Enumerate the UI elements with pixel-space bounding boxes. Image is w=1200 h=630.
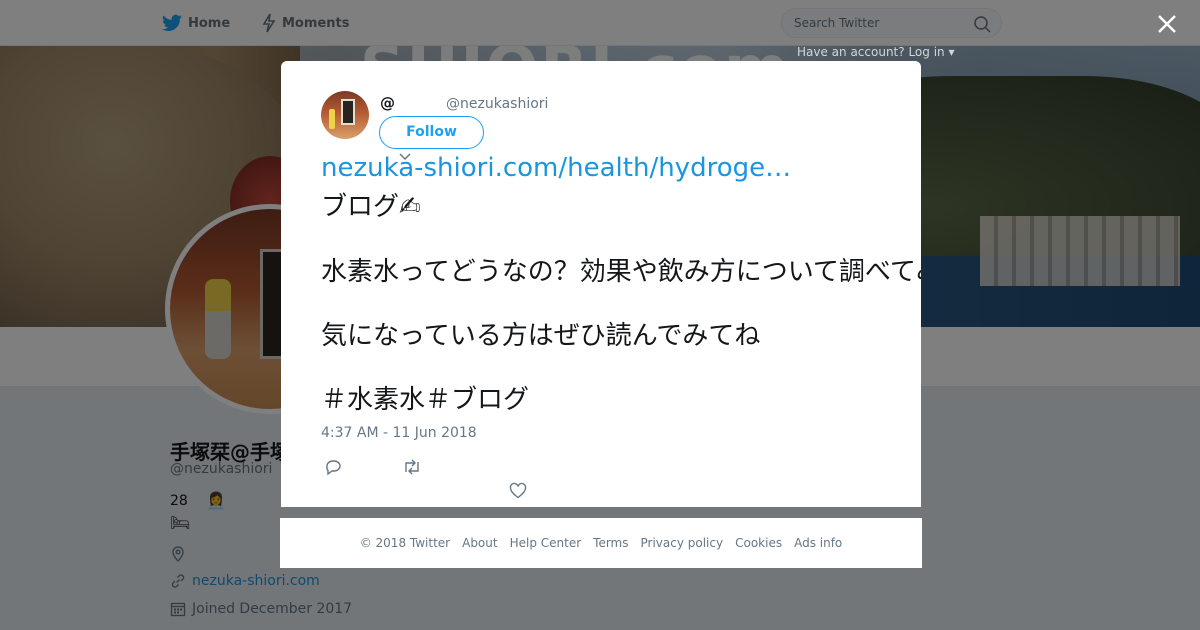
footer-link-help-center[interactable]: Help Center (510, 536, 582, 550)
footer-link-terms[interactable]: Terms (593, 536, 628, 550)
tweet-link[interactable]: nezuka-shiori.com/health/hydroge… (321, 153, 791, 183)
footer-copyright: © 2018 Twitter (359, 536, 451, 550)
retweet-icon[interactable] (402, 458, 422, 476)
tweet-text-line: 水素水ってどうなの？効果や飲み方について調べてみました。 (321, 257, 921, 287)
tweet-text-line: 気になっている方はぜひ読んでみてね (321, 321, 761, 351)
tweet-author-handle[interactable]: @nezukashiori (446, 96, 548, 112)
footer-link-privacy[interactable]: Privacy policy (641, 536, 724, 550)
tweet-avatar-person (329, 109, 335, 129)
modal-footer: © 2018 Twitter About Help Center Terms P… (280, 518, 922, 568)
footer-link-cookies[interactable]: Cookies (735, 536, 782, 550)
tweet-author-avatar[interactable] (321, 91, 369, 139)
footer-link-about[interactable]: About (462, 536, 497, 550)
login-hint: Have an account? Log in ▾ (797, 45, 955, 59)
follow-button[interactable]: Follow (379, 116, 484, 149)
tweet-timestamp[interactable]: 4:37 AM - 11 Jun 2018 (321, 425, 477, 441)
reply-icon[interactable] (324, 458, 342, 476)
tweet-author-name[interactable]: @ (380, 94, 395, 112)
tweet-text-line: ブログ✍ (321, 192, 421, 222)
like-heart-icon[interactable] (509, 482, 527, 500)
chevron-down-icon[interactable] (399, 153, 411, 161)
footer-link-ads-info[interactable]: Ads info (794, 536, 842, 550)
tweet-avatar-doorway (341, 99, 355, 125)
tweet-modal: @ @nezukashiori Follow nezuka-shiori.com… (281, 61, 921, 507)
close-icon[interactable] (1155, 12, 1179, 36)
tweet-text-line: ＃水素水＃ブログ (321, 385, 530, 415)
